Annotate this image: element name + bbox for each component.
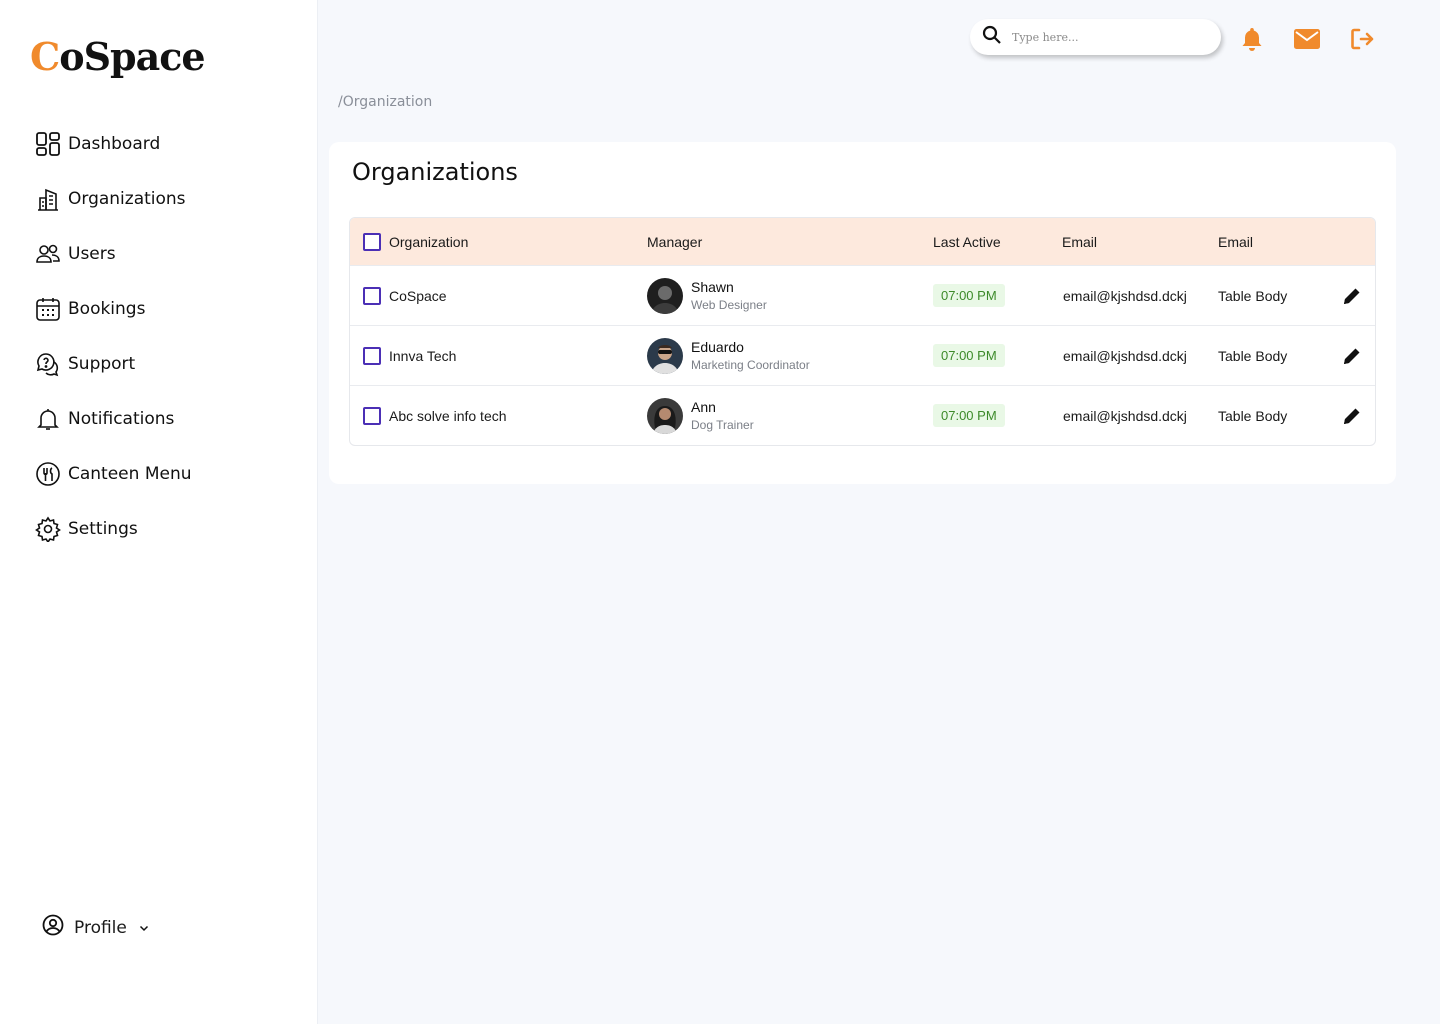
canteen-icon <box>34 460 62 488</box>
avatar <box>647 397 683 434</box>
bell-icon[interactable] <box>1239 26 1265 52</box>
sidebar-item-users[interactable]: Users <box>34 238 192 270</box>
select-all-checkbox[interactable] <box>363 232 381 251</box>
organization-name: Innva Tech <box>389 347 457 364</box>
edit-icon[interactable] <box>1342 266 1362 325</box>
sidebar-item-label: Organizations <box>68 189 186 209</box>
logout-icon[interactable] <box>1350 26 1376 52</box>
organizations-table: Organization Manager Last Active Email E… <box>349 217 1376 446</box>
manager-name: Ann <box>691 399 716 415</box>
table-row[interactable]: Abc solve info tech Ann Dog Trainer 07:0… <box>350 385 1375 445</box>
table-row[interactable]: CoSpace Shawn Web Designer 07:00 PM emai… <box>350 265 1375 325</box>
sidebar-item-notifications[interactable]: Notifications <box>34 403 192 435</box>
edit-icon[interactable] <box>1342 386 1362 445</box>
row-checkbox[interactable] <box>363 346 381 365</box>
search-icon[interactable] <box>982 25 1002 50</box>
last-active-badge: 07:00 PM <box>933 404 1005 427</box>
organizations-card: Organizations Organization Manager Last … <box>329 142 1396 484</box>
sidebar: CoSpace Dashboard Organizations Users Bo… <box>0 0 318 1024</box>
column-header-email-2: Email <box>1218 233 1254 250</box>
manager-cell: Ann Dog Trainer <box>647 386 754 445</box>
column-header-manager: Manager <box>647 233 703 250</box>
sidebar-item-label: Notifications <box>68 409 175 429</box>
manager-role: Marketing Coordinator <box>691 358 810 372</box>
support-icon <box>34 350 62 378</box>
sidebar-item-settings[interactable]: Settings <box>34 513 192 545</box>
gear-icon <box>34 515 62 543</box>
sidebar-item-label: Users <box>68 244 116 264</box>
edit-icon[interactable] <box>1342 326 1362 385</box>
breadcrumb[interactable]: /Organization <box>338 94 432 110</box>
email-2-cell: Table Body <box>1218 347 1288 364</box>
sidebar-item-support[interactable]: Support <box>34 348 192 380</box>
email-cell: email@kjshdsd.dckj <box>1063 407 1187 424</box>
bell-icon <box>34 405 62 433</box>
avatar <box>647 277 683 314</box>
row-checkbox[interactable] <box>363 286 381 305</box>
dashboard-icon <box>34 130 62 158</box>
sidebar-item-label: Canteen Menu <box>68 464 192 484</box>
last-active-badge: 07:00 PM <box>933 344 1005 367</box>
column-header-last-active: Last Active <box>933 233 1001 250</box>
manager-cell: Eduardo Marketing Coordinator <box>647 326 810 385</box>
manager-cell: Shawn Web Designer <box>647 266 767 325</box>
mail-icon[interactable] <box>1294 26 1320 52</box>
search-bar[interactable] <box>970 19 1221 55</box>
sidebar-item-label: Bookings <box>68 299 146 319</box>
sidebar-item-organizations[interactable]: Organizations <box>34 183 192 215</box>
sidebar-item-bookings[interactable]: Bookings <box>34 293 192 325</box>
column-header-email: Email <box>1062 233 1098 250</box>
chevron-down-icon[interactable] <box>139 919 149 937</box>
column-header-organization: Organization <box>389 233 469 250</box>
email-2-cell: Table Body <box>1218 407 1288 424</box>
last-active-badge: 07:00 PM <box>933 284 1005 307</box>
manager-role: Dog Trainer <box>691 418 754 432</box>
organization-cell: Abc solve info tech <box>363 386 507 445</box>
sidebar-item-label: Support <box>68 354 136 374</box>
organization-name: CoSpace <box>389 287 447 304</box>
users-icon <box>34 240 62 268</box>
manager-name: Eduardo <box>691 339 744 355</box>
building-icon <box>34 185 62 213</box>
app-logo[interactable]: CoSpace <box>30 34 206 79</box>
sidebar-item-canteen-menu[interactable]: Canteen Menu <box>34 458 192 490</box>
organization-name: Abc solve info tech <box>389 407 507 424</box>
last-active-cell: 07:00 PM <box>933 266 1005 325</box>
calendar-icon <box>34 295 62 323</box>
last-active-cell: 07:00 PM <box>933 326 1005 385</box>
manager-name: Shawn <box>691 279 734 295</box>
email-2-cell: Table Body <box>1218 287 1288 304</box>
email-cell: email@kjshdsd.dckj <box>1063 347 1187 364</box>
email-cell: email@kjshdsd.dckj <box>1063 287 1187 304</box>
last-active-cell: 07:00 PM <box>933 386 1005 445</box>
profile-menu[interactable]: Profile <box>42 914 149 941</box>
search-input[interactable] <box>1012 30 1192 44</box>
table-row[interactable]: Innva Tech Eduardo Marketing Coordinator… <box>350 325 1375 385</box>
sidebar-item-label: Dashboard <box>68 134 161 154</box>
organization-cell: CoSpace <box>363 266 447 325</box>
page-title: Organizations <box>352 158 518 186</box>
manager-role: Web Designer <box>691 298 767 312</box>
avatar <box>647 337 683 374</box>
user-circle-icon <box>42 914 64 941</box>
row-checkbox[interactable] <box>363 406 381 425</box>
profile-label: Profile <box>74 917 127 938</box>
sidebar-item-label: Settings <box>68 519 138 539</box>
header-checkbox-cell: Organization <box>363 218 468 265</box>
sidebar-item-dashboard[interactable]: Dashboard <box>34 128 192 160</box>
sidebar-nav: Dashboard Organizations Users Bookings S… <box>34 128 192 568</box>
organization-cell: Innva Tech <box>363 326 456 385</box>
table-header: Organization Manager Last Active Email E… <box>350 218 1375 265</box>
